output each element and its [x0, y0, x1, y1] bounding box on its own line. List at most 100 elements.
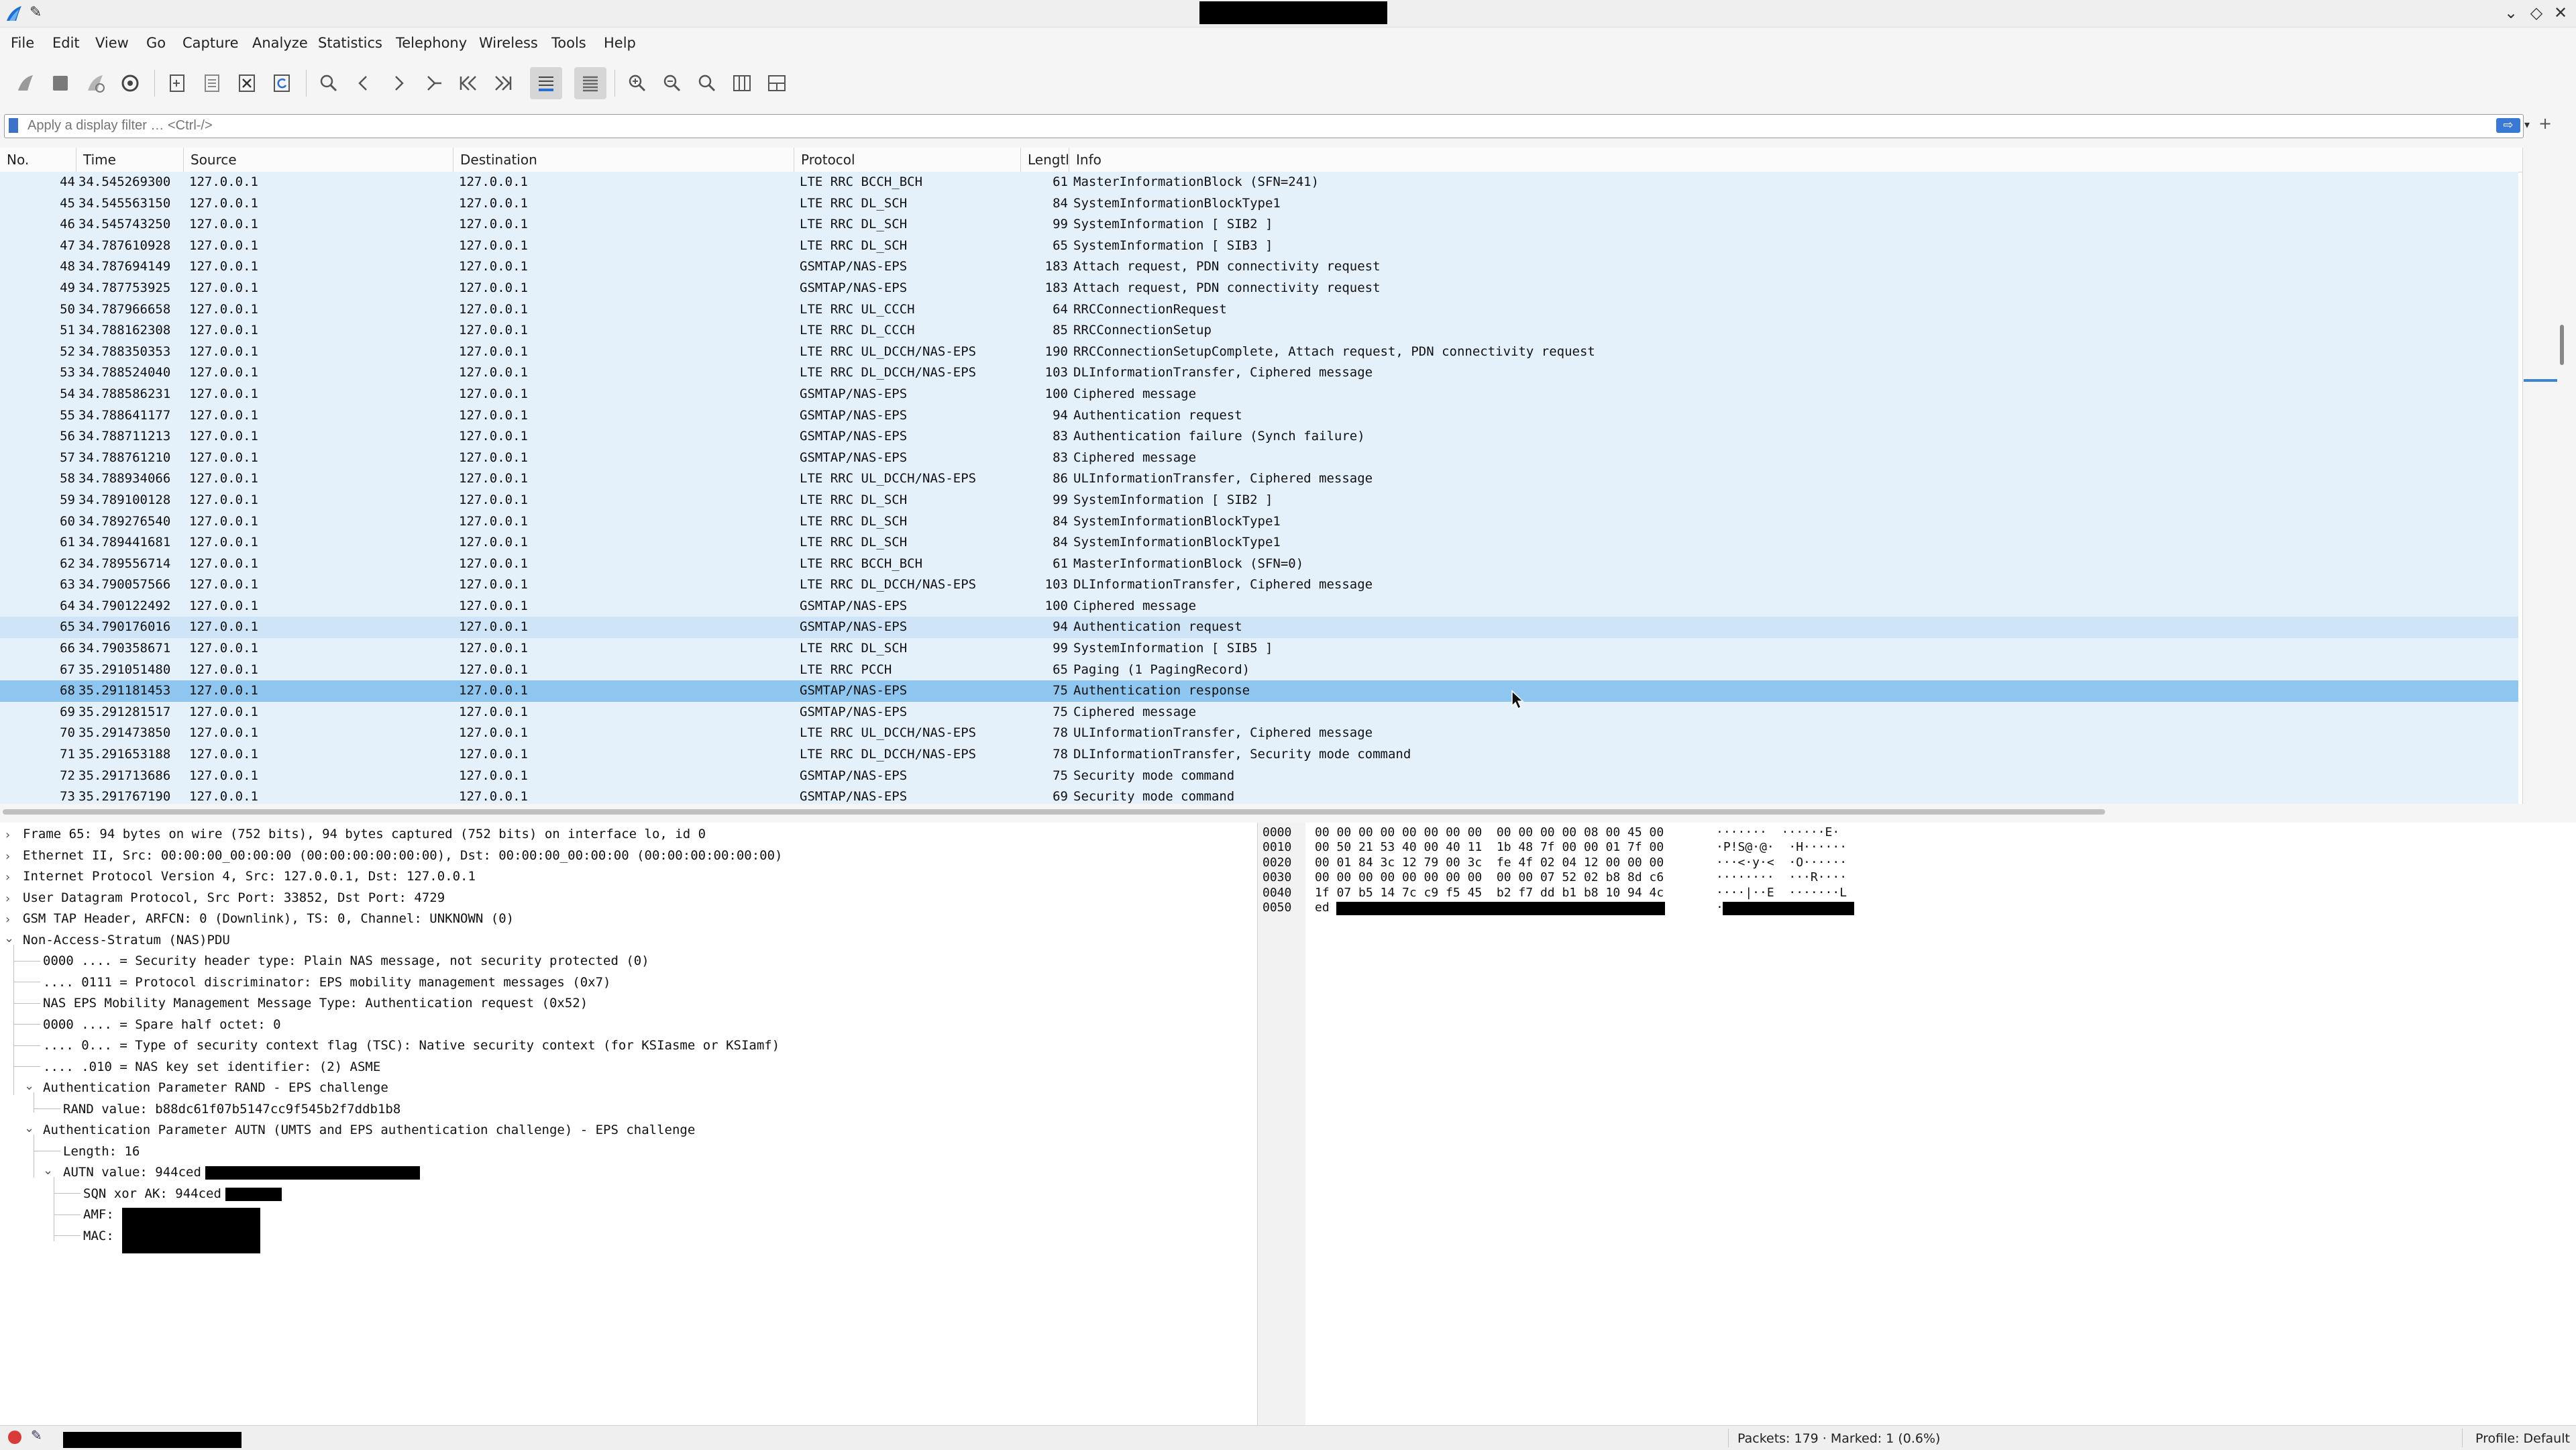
- packet-row[interactable]: 52 34.788350353 127.0.0.1 127.0.0.1 LTE RRC …: [0, 341, 2518, 363]
- restart-capture-icon[interactable]: [79, 67, 111, 99]
- packet-row[interactable]: 48 34.787694149 127.0.0.1 127.0.0.1 GSMTAP/N…: [0, 256, 2518, 278]
- horizontal-scroll-thumb[interactable]: [3, 809, 2105, 815]
- autn-value[interactable]: AUTN value: 944ced: [63, 1162, 201, 1182]
- nas-spare-half-octet[interactable]: 0000 .... = Spare half octet: 0: [43, 1015, 281, 1035]
- mac-field[interactable]: MAC:: [83, 1226, 114, 1246]
- packet-list-horizontal-scrollbar[interactable]: [0, 807, 2522, 817]
- menu-telephony[interactable]: Telephony: [396, 35, 467, 51]
- packet-row[interactable]: 73 35.291767190 127.0.0.1 127.0.0.1 GSMTAP/N…: [0, 786, 2518, 804]
- go-to-packet-icon[interactable]: [417, 67, 449, 99]
- packet-list-vertical-scrollbar[interactable]: [2522, 148, 2565, 804]
- close-file-icon[interactable]: [231, 67, 263, 99]
- packet-row[interactable]: 51 34.788162308 127.0.0.1 127.0.0.1 LTE RRC …: [0, 320, 2518, 342]
- byte-ascii[interactable]: ···<·y·< ·O······: [1716, 856, 1847, 870]
- packet-row[interactable]: 45 34.545563150 127.0.0.1 127.0.0.1 LTE RRC …: [0, 193, 2518, 215]
- byte-ascii[interactable]: ········ ···R····: [1716, 870, 1847, 885]
- start-capture-icon[interactable]: [9, 67, 42, 99]
- byte-offset[interactable]: 0010: [1263, 840, 1291, 855]
- byte-ascii[interactable]: ······· ······E·: [1716, 825, 1839, 840]
- resize-columns-icon[interactable]: [726, 67, 758, 99]
- zoom-out-icon[interactable]: [656, 67, 688, 99]
- column-header-protocol[interactable]: Protocol: [794, 148, 1021, 172]
- packet-row[interactable]: 69 35.291281517 127.0.0.1 127.0.0.1 GSMTAP/N…: [0, 701, 2518, 723]
- save-file-icon[interactable]: [196, 67, 228, 99]
- first-packet-icon[interactable]: [452, 67, 484, 99]
- tree-item-autn-param[interactable]: Authentication Parameter AUTN (UMTS and …: [43, 1120, 695, 1140]
- byte-hex[interactable]: ed: [1315, 900, 1330, 915]
- capture-options-icon[interactable]: [114, 67, 146, 99]
- go-forward-icon[interactable]: [382, 67, 415, 99]
- collapse-arrow-icon[interactable]: ⌄: [24, 1121, 34, 1135]
- menu-edit[interactable]: Edit: [52, 35, 80, 51]
- zoom-in-icon[interactable]: [621, 67, 653, 99]
- menu-tools[interactable]: Tools: [551, 35, 586, 51]
- collapse-arrow-icon[interactable]: ⌄: [24, 1079, 34, 1093]
- apply-filter-icon[interactable]: ⇨: [2496, 118, 2520, 133]
- open-file-icon[interactable]: [161, 67, 193, 99]
- last-packet-icon[interactable]: [487, 67, 519, 99]
- menu-go[interactable]: Go: [146, 35, 166, 51]
- maximize-icon[interactable]: ◇: [2526, 3, 2546, 23]
- nas-message-type[interactable]: NAS EPS Mobility Management Message Type…: [43, 993, 588, 1013]
- packet-row[interactable]: 70 35.291473850 127.0.0.1 127.0.0.1 LTE RRC …: [0, 723, 2518, 745]
- colorize-icon[interactable]: [574, 67, 606, 99]
- packet-row[interactable]: 68 35.291181453 127.0.0.1 127.0.0.1 GSMTAP/N…: [0, 680, 2518, 702]
- packet-row[interactable]: 60 34.789276540 127.0.0.1 127.0.0.1 LTE RRC …: [0, 511, 2518, 533]
- pin-icon[interactable]: ✎: [30, 4, 42, 21]
- add-filter-button[interactable]: +: [2538, 114, 2552, 133]
- nas-key-set-identifier[interactable]: .... .010 = NAS key set identifier: (2) …: [43, 1057, 380, 1077]
- nas-tsc-flag[interactable]: .... 0... = Type of security context fla…: [43, 1035, 780, 1055]
- tree-item-udp[interactable]: User Datagram Protocol, Src Port: 33852,…: [23, 888, 445, 908]
- filter-bookmark-icon[interactable]: [9, 118, 18, 133]
- tree-item-ethernet[interactable]: Ethernet II, Src: 00:00:00_00:00:00 (00:…: [23, 845, 782, 866]
- display-filter-input[interactable]: [28, 115, 2443, 136]
- reload-file-icon[interactable]: [266, 67, 298, 99]
- byte-ascii[interactable]: ·P!S@·@· ·H······: [1716, 840, 1847, 855]
- packet-row[interactable]: 54 34.788586231 127.0.0.1 127.0.0.1 GSMTAP/N…: [0, 383, 2518, 405]
- column-header-info[interactable]: Info: [1069, 148, 2522, 172]
- expand-arrow-icon[interactable]: ›: [5, 870, 10, 884]
- nas-security-header-type[interactable]: 0000 .... = Security header type: Plain …: [43, 951, 649, 971]
- amf-field[interactable]: AMF:: [83, 1204, 114, 1225]
- byte-offset[interactable]: 0050: [1263, 900, 1291, 915]
- sqn-xor-ak[interactable]: SQN xor AK: 944ced: [83, 1184, 221, 1204]
- packet-row[interactable]: 58 34.788934066 127.0.0.1 127.0.0.1 LTE RRC …: [0, 468, 2518, 490]
- menu-view[interactable]: View: [95, 35, 129, 51]
- minimize-icon[interactable]: ⌄: [2501, 3, 2521, 23]
- packet-row[interactable]: 63 34.790057566 127.0.0.1 127.0.0.1 LTE RRC …: [0, 574, 2518, 596]
- menu-capture[interactable]: Capture: [182, 35, 239, 51]
- packet-row[interactable]: 47 34.787610928 127.0.0.1 127.0.0.1 LTE RRC …: [0, 235, 2518, 257]
- byte-offset[interactable]: 0020: [1263, 856, 1291, 870]
- tree-item-rand-param[interactable]: Authentication Parameter RAND - EPS chal…: [43, 1078, 388, 1098]
- column-header-destination[interactable]: Destination: [453, 148, 794, 172]
- expand-arrow-icon[interactable]: ›: [5, 913, 10, 927]
- byte-hex[interactable]: 00 00 00 00 00 00 00 00 00 00 00 00 08 0…: [1315, 825, 1664, 840]
- expand-arrow-icon[interactable]: ›: [5, 828, 10, 842]
- menu-help[interactable]: Help: [604, 35, 636, 51]
- collapse-arrow-icon[interactable]: ⌄: [43, 1163, 53, 1178]
- find-packet-icon[interactable]: [313, 67, 345, 99]
- packet-row[interactable]: 62 34.789556714 127.0.0.1 127.0.0.1 LTE RRC …: [0, 553, 2518, 575]
- byte-hex[interactable]: 1f 07 b5 14 7c c9 f5 45 b2 f7 dd b1 b8 1…: [1315, 886, 1664, 900]
- close-icon[interactable]: ✕: [2551, 3, 2571, 23]
- packet-row[interactable]: 56 34.788711213 127.0.0.1 127.0.0.1 GSMTAP/N…: [0, 426, 2518, 448]
- packet-row[interactable]: 49 34.787753925 127.0.0.1 127.0.0.1 GSMTAP/N…: [0, 277, 2518, 299]
- packet-row[interactable]: 65 34.790176016 127.0.0.1 127.0.0.1 GSMTAP/N…: [0, 617, 2518, 639]
- tree-item-gsmtap[interactable]: GSM TAP Header, ARFCN: 0 (Downlink), TS:…: [23, 909, 514, 929]
- expert-info-icon[interactable]: [8, 1431, 21, 1444]
- packet-row[interactable]: 71 35.291653188 127.0.0.1 127.0.0.1 LTE RRC …: [0, 744, 2518, 766]
- column-header-source[interactable]: Source: [184, 148, 453, 172]
- byte-hex[interactable]: 00 00 00 00 00 00 00 00 00 00 07 52 02 b…: [1315, 870, 1664, 885]
- byte-ascii[interactable]: ····|··E ·······L: [1716, 886, 1847, 900]
- expand-arrow-icon[interactable]: ›: [5, 892, 10, 906]
- packet-row[interactable]: 61 34.789441681 127.0.0.1 127.0.0.1 LTE RRC …: [0, 532, 2518, 554]
- byte-offset[interactable]: 0040: [1263, 886, 1291, 900]
- menu-file[interactable]: File: [11, 35, 34, 51]
- layout-icon[interactable]: [761, 67, 793, 99]
- packet-row[interactable]: 50 34.787966658 127.0.0.1 127.0.0.1 LTE RRC …: [0, 299, 2518, 321]
- packet-row[interactable]: 59 34.789100128 127.0.0.1 127.0.0.1 LTE RRC …: [0, 489, 2518, 511]
- menu-analyze[interactable]: Analyze: [252, 35, 308, 51]
- go-back-icon[interactable]: [347, 67, 380, 99]
- column-header-length[interactable]: Lengtl: [1021, 148, 1069, 172]
- column-header-time[interactable]: Time: [76, 148, 184, 172]
